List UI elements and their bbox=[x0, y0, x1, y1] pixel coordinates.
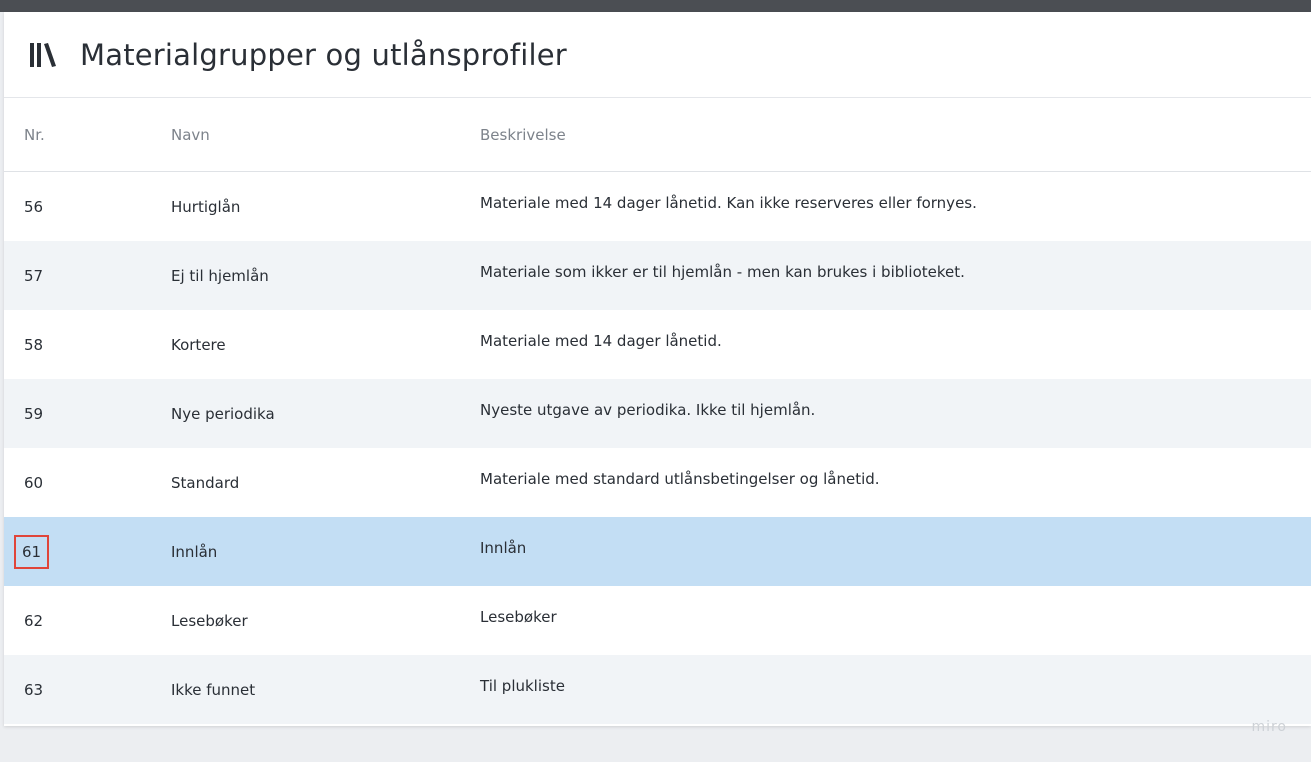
column-header-nr[interactable]: Nr. bbox=[24, 126, 45, 144]
row-description: Materiale med 14 dager lånetid. bbox=[480, 332, 722, 350]
row-description: Materiale med standard utlånsbetingelser… bbox=[480, 470, 880, 488]
library-books-icon bbox=[28, 38, 58, 72]
row-name: Kortere bbox=[171, 336, 226, 354]
highlight-box: 61 bbox=[13, 535, 50, 569]
row-name: Ikke funnet bbox=[171, 681, 256, 699]
row-name: Lesebøker bbox=[171, 612, 248, 630]
row-nr: 59 bbox=[24, 405, 44, 423]
top-bar bbox=[0, 0, 1311, 12]
table-row[interactable]: 59 Nye periodika Nyeste utgave av periodik… bbox=[4, 379, 1311, 448]
table-row[interactable]: 56 Hurtiglån Materiale med 14 dager låneti… bbox=[4, 172, 1311, 241]
row-nr: 56 bbox=[24, 198, 44, 216]
row-description: Nyeste utgave av periodika. Ikke til hje… bbox=[480, 401, 816, 419]
row-name: Ej til hjemlån bbox=[171, 267, 269, 285]
row-name: Nye periodika bbox=[171, 405, 275, 423]
column-header-name[interactable]: Navn bbox=[171, 126, 210, 144]
row-nr: 57 bbox=[24, 267, 44, 285]
row-nr: 62 bbox=[24, 612, 44, 630]
row-description: Materiale med 14 dager lånetid. Kan ikke… bbox=[480, 194, 977, 212]
table-row[interactable]: 60 Standard Materiale med standard utlånsb… bbox=[4, 448, 1311, 517]
row-description: Innlån bbox=[480, 539, 527, 557]
table-row[interactable]: 63 Ikke funnet Til plukliste bbox=[4, 655, 1311, 724]
row-description: Til plukliste bbox=[480, 677, 565, 695]
row-name: Innlån bbox=[171, 543, 218, 561]
row-description: Lesebøker bbox=[480, 608, 557, 626]
row-name: Standard bbox=[171, 474, 240, 492]
row-nr: 61 bbox=[13, 535, 50, 569]
row-name: Hurtiglån bbox=[171, 198, 241, 216]
row-nr: 58 bbox=[24, 336, 44, 354]
table-row[interactable]: 57 Ej til hjemlån Materiale som ikker er t… bbox=[4, 241, 1311, 310]
row-description: Materiale som ikker er til hjemlån - men… bbox=[480, 263, 965, 281]
row-nr: 63 bbox=[24, 681, 44, 699]
table-header: Nr. Navn Beskrivelse bbox=[4, 98, 1311, 172]
table-row[interactable]: 58 Kortere Materiale med 14 dager lånetid. bbox=[4, 310, 1311, 379]
row-nr: 60 bbox=[24, 474, 44, 492]
page-header: Materialgrupper og utlånsprofiler bbox=[4, 12, 1311, 98]
table-row[interactable]: 62 Lesebøker Lesebøker bbox=[4, 586, 1311, 655]
page-title: Materialgrupper og utlånsprofiler bbox=[80, 37, 567, 72]
table-row[interactable]: 61 Innlån Innlån bbox=[4, 517, 1311, 586]
watermark: miro bbox=[1251, 719, 1287, 735]
materialgroups-panel: Materialgrupper og utlånsprofiler Nr. Na… bbox=[4, 12, 1311, 726]
column-header-description[interactable]: Beskrivelse bbox=[480, 126, 566, 144]
table-body: 56 Hurtiglån Materiale med 14 dager låneti… bbox=[4, 172, 1311, 724]
